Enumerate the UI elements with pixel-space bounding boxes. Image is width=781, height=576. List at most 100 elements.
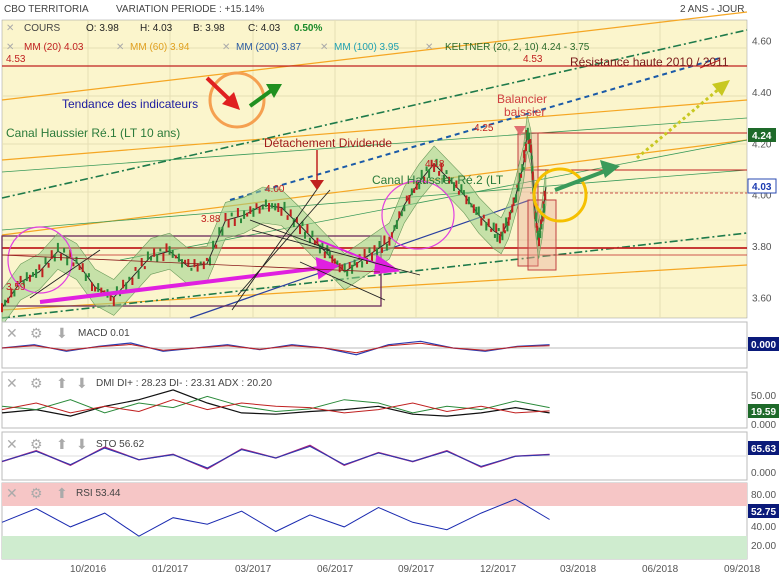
price-candle <box>25 272 28 282</box>
price-candle <box>91 282 93 291</box>
price-candle <box>522 166 525 170</box>
quote-row: ✕ COURS O: 3.98 H: 4.03 B: 3.98 C: 4.03 … <box>6 23 322 34</box>
cours-label: COURS <box>24 23 60 34</box>
macd-settings-icon[interactable]: ⚙ <box>30 325 43 341</box>
price-candle <box>153 248 156 257</box>
price-candle <box>165 243 168 252</box>
x-tick-label: 01/2017 <box>152 564 189 575</box>
price-candle <box>538 237 540 247</box>
dmi-badge-value: 19.59 <box>751 407 776 418</box>
rsi-up-icon[interactable]: ⬆ <box>56 485 68 501</box>
price-candle <box>410 188 413 196</box>
mm100-close-icon[interactable]: ✕ <box>320 42 328 53</box>
sto-settings-icon[interactable]: ⚙ <box>30 436 43 452</box>
sto-down-icon[interactable]: ⬇ <box>76 436 88 452</box>
price-candle <box>539 231 542 238</box>
price-candle <box>261 205 264 210</box>
price-candle <box>32 272 34 277</box>
keltner-label: KELTNER (20, 2, 10) 4.24 - 3.75 <box>445 42 590 53</box>
price-candle <box>243 210 246 219</box>
macd-down-icon[interactable]: ⬇ <box>56 325 68 341</box>
mm200-label: MM (200) 3.87 <box>236 42 301 53</box>
price-candle <box>134 267 137 271</box>
resistance-label: Résistance haute 2010 / 2011 <box>570 55 729 69</box>
dmi-close-icon[interactable]: ✕ <box>6 375 18 391</box>
price-candle <box>316 237 319 245</box>
price-candle <box>498 235 501 244</box>
price-candle <box>465 195 468 205</box>
price-candle <box>78 265 81 270</box>
price-candle <box>286 215 289 220</box>
price-candle <box>497 228 500 232</box>
price-candle <box>122 279 125 289</box>
price-candle <box>4 299 7 306</box>
price-candle <box>224 213 227 222</box>
dmi-down-icon[interactable]: ⬇ <box>76 375 88 391</box>
price-candle <box>128 276 131 280</box>
price-candle <box>289 209 292 217</box>
dmi-settings-icon[interactable]: ⚙ <box>30 375 43 391</box>
mm200-close-icon[interactable]: ✕ <box>222 42 230 53</box>
indicator-tick-label: 40.00 <box>751 522 776 533</box>
price-candle <box>299 225 301 234</box>
mm60-label: MM (60) 3.94 <box>130 42 190 53</box>
rsi-badge-value: 52.75 <box>751 507 776 518</box>
price-candle <box>168 246 171 255</box>
price-candle <box>361 261 364 268</box>
price-candle <box>215 244 218 249</box>
price-candle <box>328 251 331 259</box>
price-candle <box>50 250 53 259</box>
macd-close-icon[interactable]: ✕ <box>6 325 18 341</box>
sto-close-icon[interactable]: ✕ <box>6 436 18 452</box>
macd-label: MACD 0.01 <box>78 328 130 339</box>
x-tick-label: 12/2017 <box>480 564 517 575</box>
price-candle <box>199 261 202 266</box>
price-candle <box>306 224 309 233</box>
price-candle <box>531 171 534 181</box>
period-label: 2 ANS - JOUR <box>680 4 744 15</box>
price-candle <box>205 257 208 261</box>
rsi-close-icon[interactable]: ✕ <box>6 485 18 501</box>
rsi-settings-icon[interactable]: ⚙ <box>30 485 43 501</box>
baissier-label: baissier <box>504 105 545 119</box>
close-value: C: 4.03 <box>248 23 281 34</box>
price-candle <box>346 271 349 277</box>
keltner-close-icon[interactable]: ✕ <box>425 42 433 53</box>
indicator-tick-label: 0.000 <box>751 420 776 431</box>
sto-up-icon[interactable]: ⬆ <box>56 436 68 452</box>
indicator-tick-label: 50.00 <box>751 391 776 402</box>
dividend-label: Détachement Dividende <box>264 136 392 150</box>
price-candle <box>501 231 504 241</box>
price-candle <box>475 206 478 215</box>
price-candle <box>482 214 485 219</box>
mm20-close-icon[interactable]: ✕ <box>6 42 14 53</box>
price-candle <box>395 220 398 229</box>
security-name: CBO TERRITORIA <box>4 4 89 15</box>
price-candle <box>268 202 270 212</box>
price-candle <box>472 204 475 213</box>
price-candle <box>529 144 532 153</box>
price-candle <box>493 234 496 238</box>
price-candle <box>230 212 233 217</box>
price-candle <box>525 143 527 152</box>
price-candle <box>351 264 354 274</box>
price-candle <box>534 212 537 222</box>
price-candle <box>162 253 165 262</box>
macd-badge-value: 0.000 <box>751 340 776 351</box>
price-candle <box>63 247 66 253</box>
close-icon[interactable]: ✕ <box>6 23 14 34</box>
price-candle <box>544 193 547 201</box>
price-candle <box>311 230 314 237</box>
price-candle <box>378 241 381 248</box>
price-candle <box>530 155 533 160</box>
price-candle <box>470 203 473 208</box>
level-453-right: 4.53 <box>523 54 543 65</box>
price-candle <box>196 263 199 272</box>
dmi-up-icon[interactable]: ⬆ <box>56 375 68 391</box>
price-axis <box>748 20 781 318</box>
price-candle <box>112 297 115 307</box>
price-candle <box>393 225 396 231</box>
price-candle <box>368 247 371 253</box>
mm60-close-icon[interactable]: ✕ <box>116 42 124 53</box>
price-candle <box>485 222 488 231</box>
